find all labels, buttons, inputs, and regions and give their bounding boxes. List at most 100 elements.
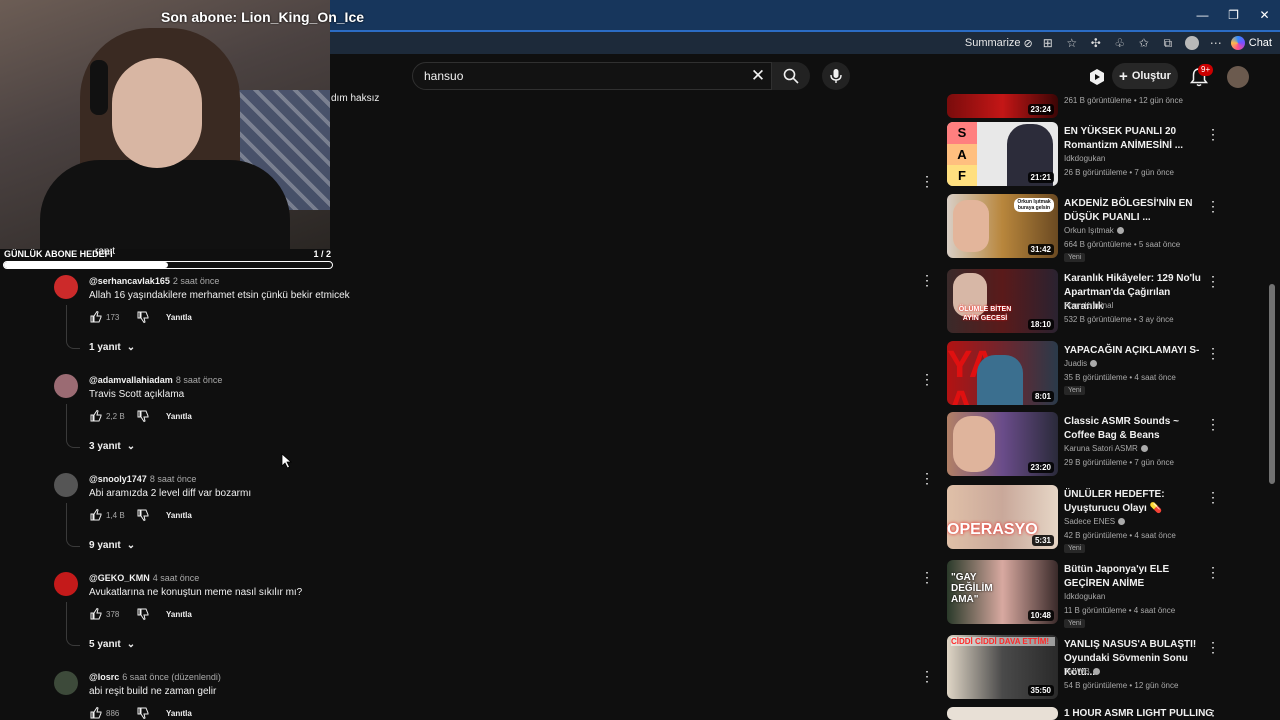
collections-icon[interactable]: ⧉	[1159, 34, 1177, 52]
more-options-icon[interactable]: ⋮	[1206, 416, 1220, 432]
video-thumbnail[interactable]: 23:24	[947, 94, 1058, 118]
extension-icon[interactable]: ✣	[1087, 34, 1105, 52]
video-thumbnail[interactable]: YA AN 8:01	[947, 341, 1058, 405]
premium-icon[interactable]	[1088, 68, 1106, 86]
like-icon[interactable]	[89, 706, 103, 720]
grid-icon[interactable]: ⊞	[1039, 34, 1057, 52]
video-title[interactable]: Classic ASMR Sounds ~ Coffee Bag & Beans	[1064, 415, 1204, 443]
more-menu-icon[interactable]: ⋯	[1207, 34, 1225, 52]
browser-essentials-icon[interactable]: ♧	[1111, 34, 1129, 52]
channel-name[interactable]: TaoWB	[1064, 667, 1100, 676]
avatar[interactable]	[54, 275, 78, 299]
channel-name[interactable]: Idkdogukan	[1064, 592, 1105, 601]
more-options-icon[interactable]: ⋮	[920, 272, 934, 288]
reply-button[interactable]: Yanıtla	[166, 313, 192, 322]
favorites-list-icon[interactable]: ✩	[1135, 34, 1153, 52]
avatar[interactable]	[54, 473, 78, 497]
avatar[interactable]	[54, 671, 78, 695]
restore-button[interactable]: ❐	[1218, 0, 1249, 30]
video-item-8[interactable]: "GAY DEĞİLİM AMA" 10:48 Bütün Japonya'yı…	[947, 560, 1222, 628]
more-options-icon[interactable]: ⋮	[920, 569, 934, 585]
video-title[interactable]: ÜNLÜLER HEDEFTE: Uyuşturucu Olayı 💊	[1064, 488, 1204, 516]
video-title[interactable]: YAPACAĞIN AÇIKLAMAYI S-	[1064, 344, 1204, 358]
video-thumbnail[interactable]: OPERASYO 5:31	[947, 485, 1058, 549]
like-icon[interactable]	[89, 310, 103, 324]
more-options-icon[interactable]: ⋮	[1206, 273, 1220, 289]
like-icon[interactable]	[89, 508, 103, 522]
comment-author[interactable]: @snooly1747 8 saat önce	[89, 474, 196, 484]
scrollbar-thumb[interactable]	[1269, 284, 1275, 484]
comment-author[interactable]: @GEKO_KMN 4 saat önce	[89, 573, 199, 583]
video-item-4[interactable]: ÖLÜMLE BİTEN AYİN GECESİ 18:10 Karanlık …	[947, 269, 1222, 337]
video-item-6[interactable]: 23:20 Classic ASMR Sounds ~ Coffee Bag &…	[947, 412, 1222, 480]
video-title[interactable]: AKDENİZ BÖLGESİ'NİN EN DÜŞÜK PUANLI ...	[1064, 197, 1204, 225]
video-item-2[interactable]: S A F 21:21 EN YÜKSEK PUANLI 20 Romantiz…	[947, 122, 1222, 190]
channel-name[interactable]: Orkun Işıtmak	[1064, 226, 1124, 235]
video-item-7[interactable]: OPERASYO 5:31 ÜNLÜLER HEDEFTE: Uyuşturuc…	[947, 485, 1222, 553]
channel-name[interactable]: Idkdogukan	[1064, 154, 1105, 163]
channel-name[interactable]: Sadece ENES	[1064, 517, 1126, 526]
channel-name[interactable]: Karuna Satori ASMR	[1064, 444, 1148, 453]
more-options-icon[interactable]: ⋮	[920, 668, 934, 684]
more-options-icon[interactable]: ⋮	[920, 173, 934, 189]
more-options-icon[interactable]: ⋮	[920, 470, 934, 486]
reply-button[interactable]: Yanıtla	[166, 511, 192, 520]
more-options-icon[interactable]: ⋮	[1206, 564, 1220, 580]
voice-search-button[interactable]	[822, 62, 850, 90]
favorite-star-icon[interactable]: ☆	[1063, 34, 1081, 52]
summarize-button[interactable]: Summarize ⊘	[965, 37, 1033, 50]
dislike-icon[interactable]	[136, 508, 150, 522]
search-button[interactable]	[772, 62, 810, 90]
reply-button[interactable]: Yanıtla	[166, 610, 192, 619]
video-item-3[interactable]: Orkun Işıtmak buraya gelsin 31:42 AKDENİ…	[947, 194, 1222, 262]
dislike-icon[interactable]	[136, 706, 150, 720]
video-thumbnail[interactable]: 23:20	[947, 412, 1058, 476]
show-replies-button[interactable]: 1 yanıt ⌄	[89, 342, 135, 353]
show-replies-button[interactable]: 5 yanıt ⌄	[89, 639, 135, 650]
video-title[interactable]: EN YÜKSEK PUANLI 20 Romantizm ANİMESİNİ …	[1064, 125, 1204, 153]
show-replies-button[interactable]: 3 yanıt ⌄	[89, 441, 135, 452]
avatar[interactable]	[54, 572, 78, 596]
video-thumbnail[interactable]: ÖLÜMLE BİTEN AYİN GECESİ 18:10	[947, 269, 1058, 333]
more-options-icon[interactable]: ⋮	[920, 371, 934, 387]
comment-author[interactable]: @adamvallahiadam 8 saat önce	[89, 375, 222, 385]
dislike-icon[interactable]	[136, 409, 150, 423]
video-thumbnail[interactable]: CİDDİ CİDDİ DAVA ETTİM! 35:50	[947, 635, 1058, 699]
video-thumbnail[interactable]: Orkun Işıtmak buraya gelsin 31:42	[947, 194, 1058, 258]
copilot-chat-button[interactable]: Chat	[1230, 36, 1272, 50]
more-options-icon[interactable]: ⋮	[1206, 345, 1220, 361]
reply-button[interactable]: Yanıtla	[166, 709, 192, 718]
search-input[interactable]: hansuo	[412, 62, 772, 90]
dislike-icon[interactable]	[136, 607, 150, 621]
comment-author[interactable]: @serhancavlak165 2 saat önce	[89, 276, 219, 286]
close-window-button[interactable]: ✕	[1249, 0, 1280, 30]
clear-search-icon[interactable]: ✕	[748, 66, 768, 86]
comment-author[interactable]: @losrc 6 saat önce (düzenlendi)	[89, 672, 221, 682]
video-item-5[interactable]: YA AN 8:01 YAPACAĞIN AÇIKLAMAYI S- Juadi…	[947, 341, 1222, 409]
create-button[interactable]: + Oluştur	[1112, 63, 1178, 89]
more-options-icon[interactable]: ⋮	[1206, 639, 1220, 655]
more-options-icon[interactable]: ⋮	[1206, 198, 1220, 214]
video-title[interactable]: Bütün Japonya'yı ELE GEÇİREN ANİME	[1064, 563, 1204, 591]
show-replies-button[interactable]: 9 yanıt ⌄	[89, 540, 135, 551]
channel-name[interactable]: Foon Kriminal	[1064, 301, 1113, 310]
channel-name[interactable]: Juadis	[1064, 359, 1098, 368]
more-options-icon[interactable]: ⋮	[1206, 707, 1220, 720]
profile-icon[interactable]	[1183, 34, 1201, 52]
video-thumbnail[interactable]	[947, 707, 1058, 720]
minimize-button[interactable]: —	[1187, 0, 1218, 30]
more-options-icon[interactable]: ⋮	[1206, 126, 1220, 142]
video-thumbnail[interactable]: "GAY DEĞİLİM AMA" 10:48	[947, 560, 1058, 624]
like-icon[interactable]	[89, 409, 103, 423]
video-item-1[interactable]: 23:24 261 B görüntüleme • 12 gün önce	[947, 94, 1222, 120]
more-options-icon[interactable]: ⋮	[1206, 489, 1220, 505]
account-avatar[interactable]	[1227, 66, 1249, 88]
video-thumbnail[interactable]: S A F 21:21	[947, 122, 1058, 186]
video-title[interactable]: 1 HOUR ASMR LIGHT PULLING	[1064, 707, 1214, 720]
video-item-9[interactable]: CİDDİ CİDDİ DAVA ETTİM! 35:50 YANLIŞ NAS…	[947, 635, 1222, 703]
avatar[interactable]	[54, 374, 78, 398]
reply-button[interactable]: Yanıtla	[166, 412, 192, 421]
page-scrollbar[interactable]	[1268, 54, 1276, 720]
dislike-icon[interactable]	[136, 310, 150, 324]
video-item-10[interactable]: 1 HOUR ASMR LIGHT PULLING ⋮	[947, 707, 1222, 720]
